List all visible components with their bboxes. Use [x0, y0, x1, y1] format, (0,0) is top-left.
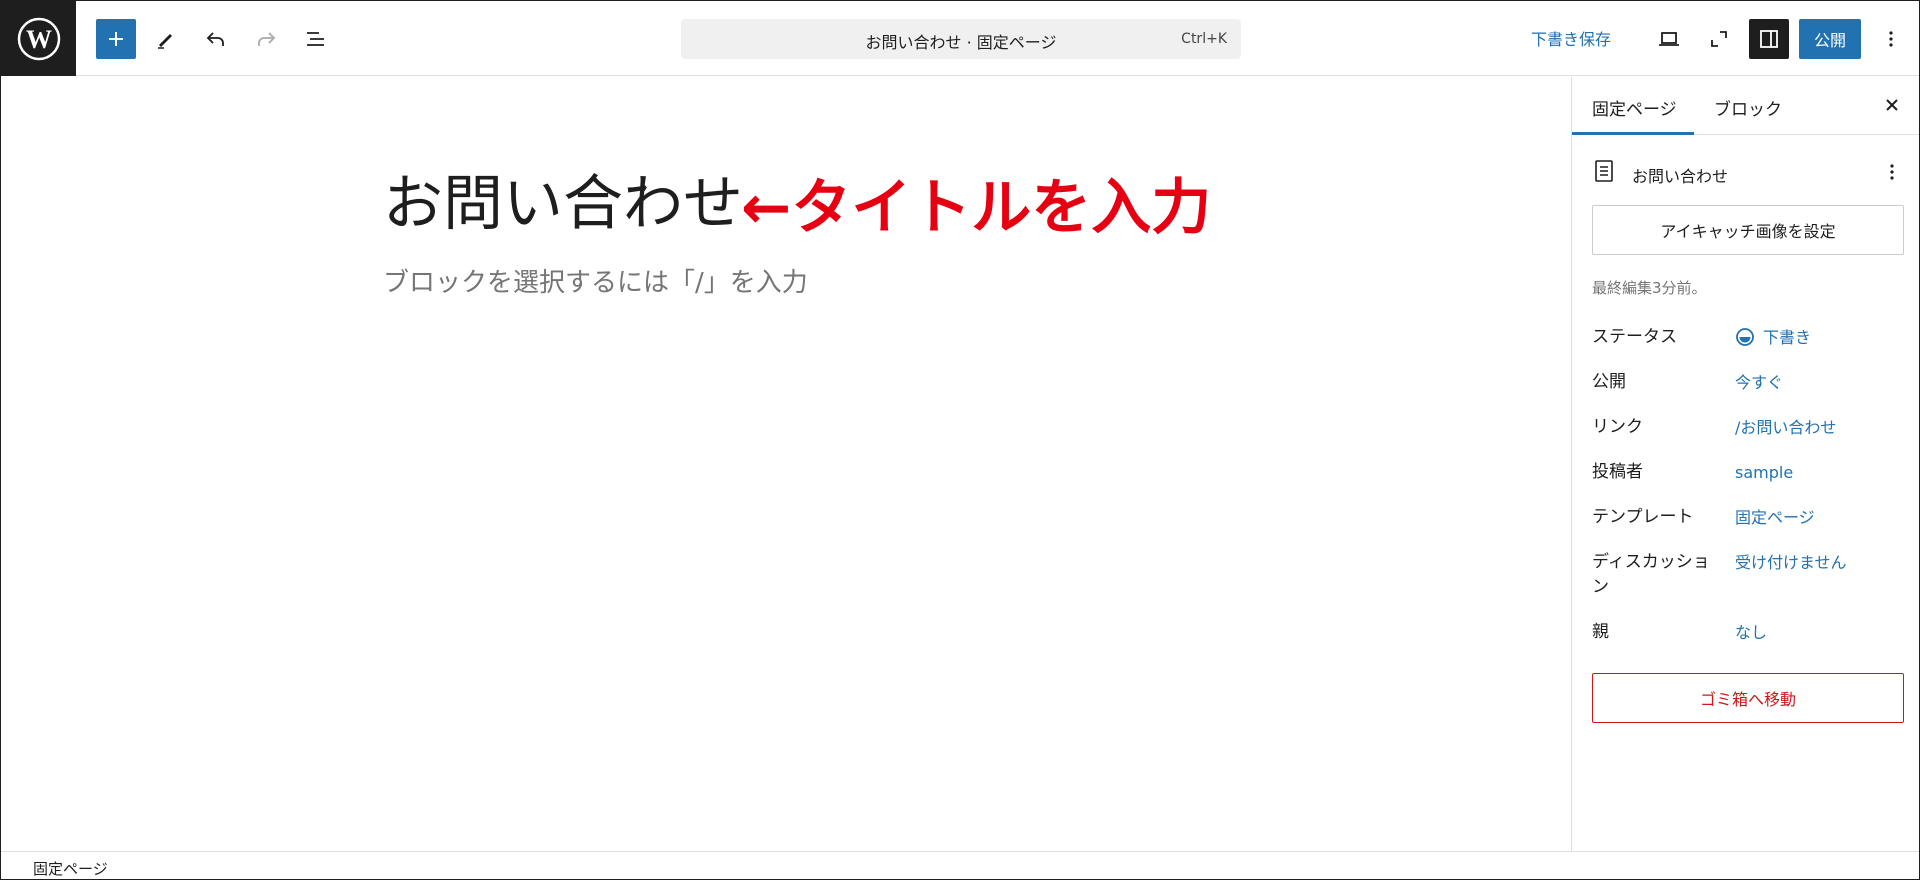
post-title-input[interactable]: お問い合わせ — [383, 155, 743, 242]
breadcrumb[interactable]: 固定ページ — [33, 858, 108, 879]
plus-icon — [109, 32, 123, 46]
title-annotation: ←タイトルを入力 — [741, 173, 1212, 243]
tools-button[interactable] — [146, 19, 186, 59]
document-overview-button[interactable] — [296, 19, 336, 59]
options-button[interactable] — [1871, 19, 1911, 59]
block-placeholder[interactable]: ブロックを選択するには「/」を入力 — [383, 262, 808, 299]
document-icon — [1592, 157, 1616, 185]
more-vertical-icon — [1890, 164, 1894, 180]
preview-button[interactable] — [1649, 19, 1689, 59]
prop-label: ステータス — [1592, 327, 1677, 347]
wordpress-icon[interactable]: W — [1, 1, 76, 76]
draft-status-icon — [1736, 328, 1754, 346]
svg-text:W: W — [26, 25, 52, 54]
page-summary: お問い合わせ — [1592, 157, 1904, 187]
editor-canvas[interactable]: お問い合わせ ←タイトルを入力 ブロックを選択するには「/」を入力 — [1, 77, 1571, 851]
more-vertical-icon — [1889, 31, 1893, 47]
close-icon[interactable] — [1880, 93, 1904, 117]
publish-button[interactable]: 公開 — [1799, 19, 1861, 59]
editor-header: W お問い合わせ · 固定ページ Ctrl+K 下書き保存 公開 — [1, 1, 1919, 76]
settings-sidebar-toggle[interactable] — [1749, 19, 1789, 59]
add-block-button[interactable] — [96, 19, 136, 59]
sidebar-icon — [1760, 30, 1778, 48]
author-button[interactable]: sample — [1735, 460, 1793, 485]
sidebar-tabs: 固定ページ ブロック — [1572, 77, 1919, 135]
redo-button[interactable] — [246, 19, 286, 59]
list-view-icon — [307, 32, 324, 46]
prop-label: リンク — [1592, 417, 1643, 437]
template-button[interactable]: 固定ページ — [1735, 505, 1815, 530]
command-palette-bar[interactable]: お問い合わせ · 固定ページ Ctrl+K — [681, 19, 1241, 59]
undo-button[interactable] — [196, 19, 236, 59]
page-name: お問い合わせ — [1632, 167, 1729, 186]
tab-block[interactable]: ブロック — [1714, 95, 1782, 120]
prop-label: テンプレート — [1592, 507, 1694, 527]
tab-page[interactable]: 固定ページ — [1592, 95, 1677, 120]
redo-icon — [258, 32, 276, 46]
discussion-button[interactable]: 受け付けません — [1735, 550, 1847, 575]
parent-button[interactable]: なし — [1735, 620, 1767, 645]
permalink-button[interactable]: /お問い合わせ — [1735, 415, 1836, 440]
undo-icon — [206, 32, 224, 46]
editor-footer: 固定ページ — [1, 851, 1919, 879]
prop-label: 投稿者 — [1592, 462, 1643, 482]
editor-window: W お問い合わせ · 固定ページ Ctrl+K 下書き保存 公開 お問い合わせ … — [0, 0, 1920, 880]
active-tab-indicator — [1572, 132, 1694, 135]
desktop-icon — [1659, 32, 1679, 46]
prop-value: 下書き — [1763, 328, 1812, 347]
prop-label: ディスカッション — [1592, 552, 1710, 597]
pencil-icon — [158, 34, 172, 49]
status-value-button[interactable]: 下書き — [1735, 325, 1811, 350]
last-edited-text: 最終編集3分前。 — [1592, 279, 1707, 297]
set-featured-image-button[interactable]: アイキャッチ画像を設定 — [1592, 205, 1904, 255]
prop-label: 公開 — [1592, 372, 1626, 392]
move-to-trash-button[interactable]: ゴミ箱へ移動 — [1592, 673, 1904, 723]
save-draft-button[interactable]: 下書き保存 — [1531, 26, 1611, 50]
settings-sidebar: 固定ページ ブロック お問い合わせ アイキャッチ画像を設定 最終編集3分前。 ス… — [1571, 77, 1919, 851]
publish-date-button[interactable]: 今すぐ — [1735, 370, 1783, 395]
fullscreen-icon — [1711, 31, 1727, 47]
page-actions-button[interactable] — [1880, 157, 1904, 187]
keyboard-shortcut-label: Ctrl+K — [1181, 31, 1227, 47]
prop-label: 親 — [1592, 622, 1609, 642]
document-title-label: お問い合わせ · 固定ページ — [865, 33, 1057, 52]
fullscreen-button[interactable] — [1699, 19, 1739, 59]
